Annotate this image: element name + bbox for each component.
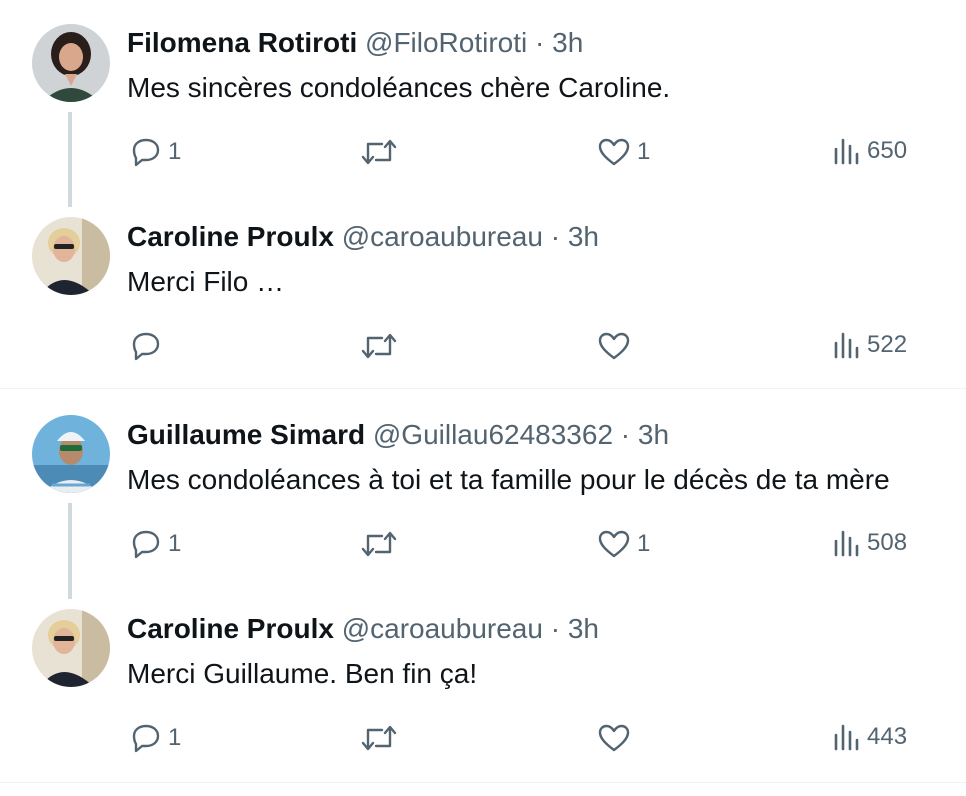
timestamp[interactable]: 3h bbox=[568, 613, 599, 644]
tweet-text: Merci Filo … bbox=[127, 266, 285, 297]
avatar[interactable] bbox=[32, 24, 110, 102]
views-icon bbox=[834, 138, 859, 165]
divider bbox=[0, 388, 966, 389]
separator: · bbox=[542, 613, 568, 644]
views-count: 650 bbox=[867, 137, 908, 164]
avatar[interactable] bbox=[32, 609, 110, 687]
retweet-button[interactable] bbox=[360, 330, 404, 362]
views-icon bbox=[834, 332, 859, 359]
like-button[interactable]: 1 bbox=[597, 136, 650, 168]
author-handle[interactable]: @Guillau62483362 bbox=[373, 419, 613, 450]
tweet-text: Mes sincères condoléances chère Caroline… bbox=[127, 72, 671, 103]
reply-button[interactable] bbox=[130, 330, 168, 362]
reply-count: 1 bbox=[168, 138, 182, 165]
heart-icon bbox=[598, 724, 630, 752]
reply-button[interactable]: 1 bbox=[130, 136, 181, 168]
heart-icon bbox=[598, 332, 630, 360]
views-count: 443 bbox=[867, 723, 908, 750]
like-button[interactable] bbox=[597, 330, 637, 362]
heart-icon bbox=[598, 530, 630, 558]
reply-button[interactable]: 1 bbox=[130, 528, 181, 560]
reply-button[interactable]: 1 bbox=[130, 722, 181, 754]
retweet-icon bbox=[361, 139, 397, 165]
retweet-button[interactable] bbox=[360, 136, 404, 168]
tweet-text: Mes condoléances à toi et ta famille pou… bbox=[127, 464, 890, 495]
views-button[interactable]: 508 bbox=[833, 528, 907, 558]
views-button[interactable]: 443 bbox=[833, 722, 907, 752]
like-count: 1 bbox=[637, 530, 651, 557]
views-count: 522 bbox=[867, 331, 908, 358]
like-count: 1 bbox=[637, 138, 651, 165]
author-name[interactable]: Caroline Proulx bbox=[127, 221, 334, 252]
thread-line bbox=[68, 503, 72, 599]
separator: · bbox=[542, 221, 568, 252]
timestamp[interactable]: 3h bbox=[552, 27, 583, 58]
divider bbox=[0, 782, 966, 783]
reply-icon bbox=[132, 530, 160, 559]
views-count: 508 bbox=[867, 529, 908, 556]
author-name[interactable]: Guillaume Simard bbox=[127, 419, 365, 450]
tweet-text: Merci Guillaume. Ben fin ça! bbox=[127, 658, 478, 689]
heart-icon bbox=[598, 138, 630, 166]
tweet-header: Filomena Rotiroti @FiloRotiroti · 3h bbox=[127, 26, 583, 60]
avatar[interactable] bbox=[32, 217, 110, 295]
separator: · bbox=[527, 27, 553, 58]
timestamp[interactable]: 3h bbox=[638, 419, 669, 450]
reply-icon bbox=[132, 332, 160, 361]
like-button[interactable]: 1 bbox=[597, 528, 650, 560]
like-button[interactable] bbox=[597, 722, 637, 754]
author-handle[interactable]: @FiloRotiroti bbox=[365, 27, 527, 58]
retweet-button[interactable] bbox=[360, 528, 404, 560]
thread-line bbox=[68, 112, 72, 207]
author-name[interactable]: Caroline Proulx bbox=[127, 613, 334, 644]
retweet-icon bbox=[361, 531, 397, 557]
author-handle[interactable]: @caroaubureau bbox=[342, 613, 543, 644]
views-icon bbox=[834, 724, 859, 751]
avatar[interactable] bbox=[32, 415, 110, 493]
separator: · bbox=[613, 419, 638, 450]
author-handle[interactable]: @caroaubureau bbox=[342, 221, 543, 252]
views-button[interactable]: 522 bbox=[833, 330, 907, 360]
reply-count: 1 bbox=[168, 530, 182, 557]
timestamp[interactable]: 3h bbox=[568, 221, 599, 252]
retweet-icon bbox=[361, 333, 397, 359]
tweet-header: Guillaume Simard @Guillau62483362 · 3h bbox=[127, 418, 669, 452]
tweet-header: Caroline Proulx @caroaubureau · 3h bbox=[127, 220, 599, 254]
retweet-button[interactable] bbox=[360, 722, 404, 754]
retweet-icon bbox=[361, 725, 397, 751]
reply-count: 1 bbox=[168, 724, 182, 751]
views-button[interactable]: 650 bbox=[833, 136, 907, 166]
views-icon bbox=[834, 530, 859, 557]
author-name[interactable]: Filomena Rotiroti bbox=[127, 27, 357, 58]
reply-icon bbox=[132, 138, 160, 167]
tweet-header: Caroline Proulx @caroaubureau · 3h bbox=[127, 612, 599, 646]
reply-icon bbox=[132, 724, 160, 753]
